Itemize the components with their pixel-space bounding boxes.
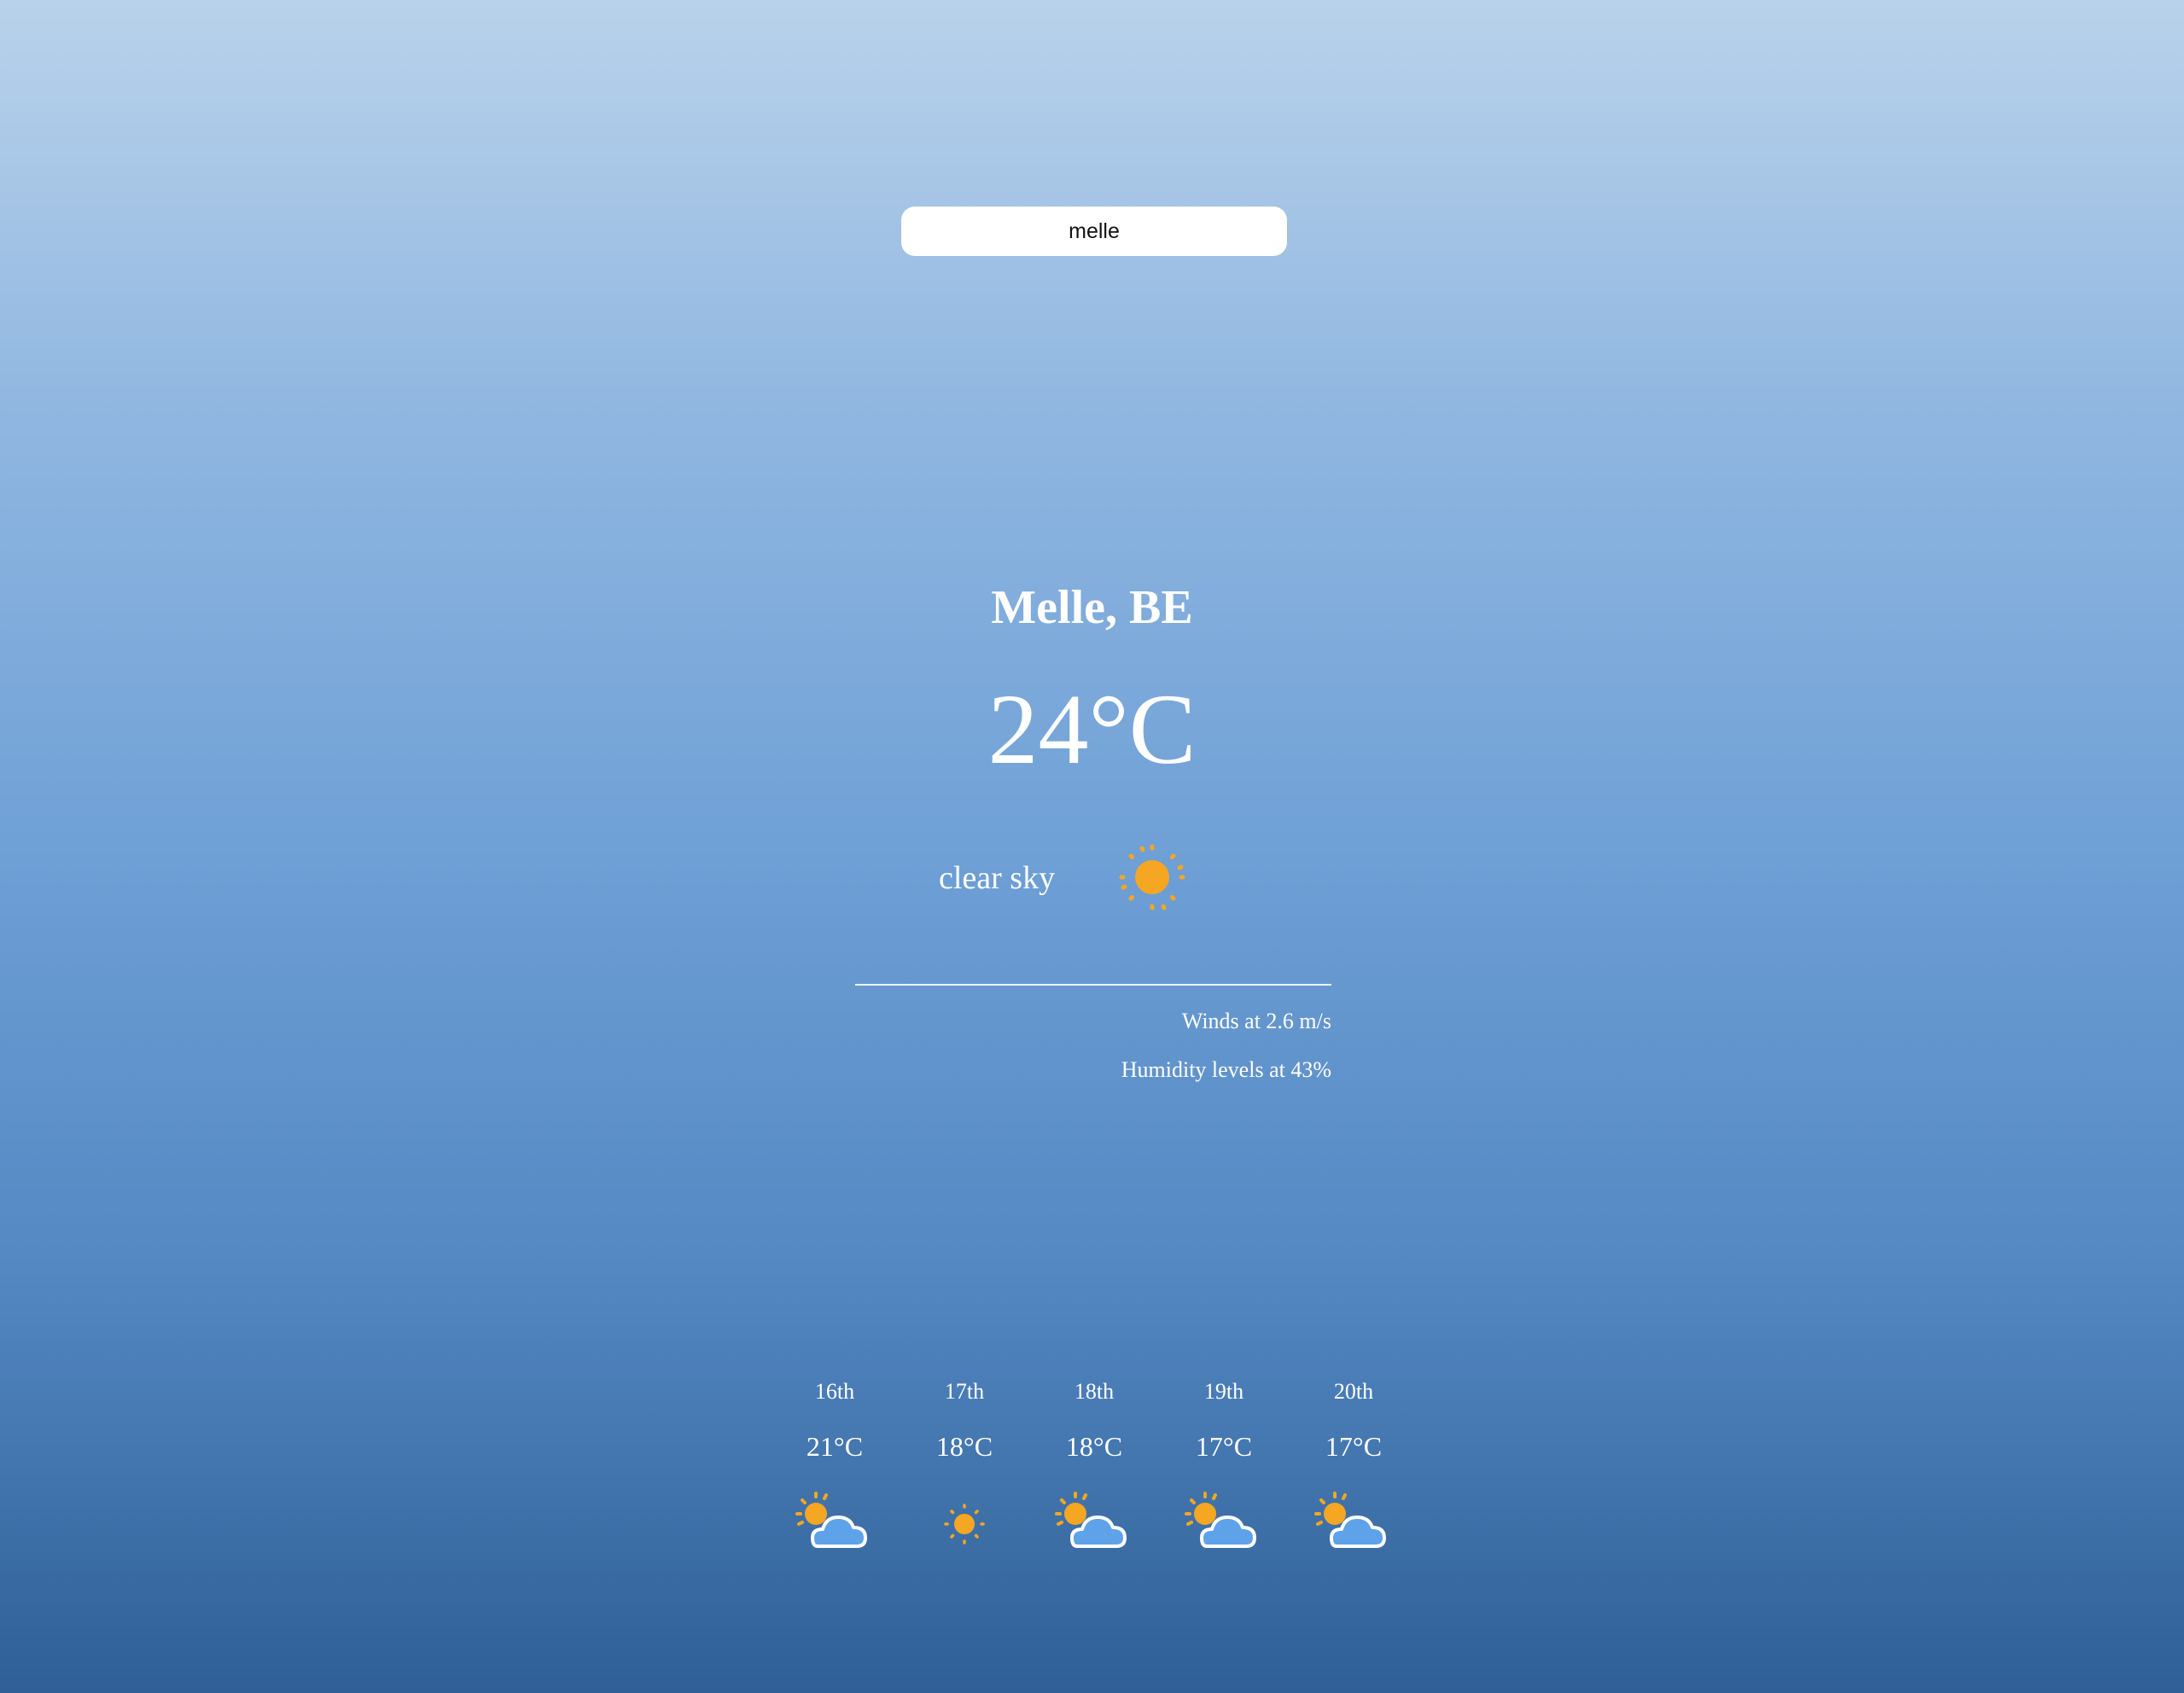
forecast-date: 17th bbox=[944, 1379, 985, 1404]
partly-cloudy-icon bbox=[1055, 1492, 1127, 1548]
search-input[interactable] bbox=[901, 206, 1287, 257]
forecast-date: 19th bbox=[1203, 1379, 1244, 1404]
divider bbox=[855, 984, 1331, 986]
forecast-date: 16th bbox=[814, 1379, 855, 1404]
forecast-temp: 18°C bbox=[1065, 1431, 1123, 1462]
forecast-temp: 21°C bbox=[806, 1431, 864, 1462]
partly-cloudy-icon bbox=[1314, 1492, 1386, 1548]
condition-text: clear sky bbox=[939, 860, 1056, 896]
condition-row: clear sky bbox=[939, 841, 1195, 918]
wind-text: Winds at 2.6 m/s bbox=[1181, 1009, 1331, 1033]
forecast-temp: 18°C bbox=[935, 1431, 993, 1462]
partly-cloudy-icon bbox=[795, 1492, 867, 1548]
forecast-date: 18th bbox=[1074, 1379, 1115, 1404]
partly-cloudy-icon bbox=[1185, 1492, 1256, 1548]
current-temperature: 24°C bbox=[987, 673, 1197, 785]
sun-icon bbox=[944, 1504, 985, 1545]
humidity-text: Humidity levels at 43% bbox=[1121, 1057, 1331, 1082]
sun-icon bbox=[1119, 844, 1185, 910]
search-box[interactable] bbox=[901, 206, 1287, 257]
forecast-temp: 17°C bbox=[1325, 1431, 1383, 1462]
location-title: Melle, BE bbox=[991, 581, 1193, 634]
forecast-temp: 17°C bbox=[1195, 1431, 1253, 1462]
forecast-date: 20th bbox=[1333, 1379, 1374, 1404]
